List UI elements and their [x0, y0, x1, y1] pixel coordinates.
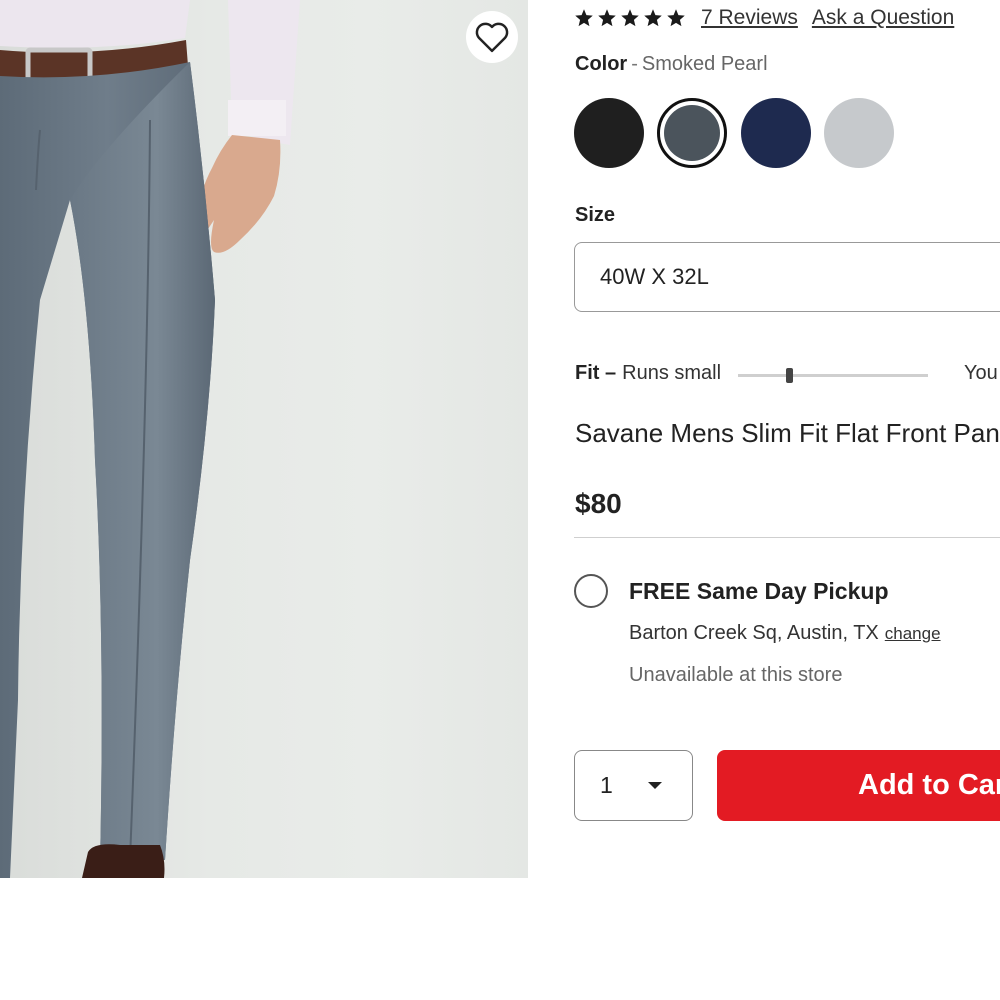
- color-swatch-fill: [664, 105, 720, 161]
- product-title: Savane Mens Slim Fit Flat Front Pants: [575, 418, 1000, 448]
- fit-slider: [738, 368, 928, 383]
- color-swatch-fill: [574, 98, 644, 168]
- store-name: Barton Creek Sq, Austin, TX: [629, 622, 879, 644]
- selected-color-name: Smoked Pearl: [641, 53, 768, 75]
- star-icon: [575, 9, 593, 27]
- change-store-link[interactable]: change: [885, 624, 941, 643]
- quantity-dropdown[interactable]: 1: [574, 750, 693, 821]
- divider: [574, 537, 1000, 538]
- reviews-link[interactable]: 7 Reviews: [701, 6, 798, 30]
- add-to-cart-label: Add to Cart: [858, 769, 1000, 801]
- color-separator: -: [631, 53, 638, 75]
- fit-value: Runs small: [622, 362, 722, 384]
- product-image: [0, 0, 528, 878]
- wishlist-button[interactable]: [466, 11, 518, 63]
- color-swatch-smoked-pearl[interactable]: [657, 98, 727, 168]
- pickup-radio[interactable]: [574, 574, 608, 608]
- fit-row: Fit – Runs small You: [575, 362, 1000, 385]
- fit-slider-knob: [786, 368, 793, 383]
- size-label: Size: [575, 204, 616, 226]
- rating-stars: [574, 8, 689, 28]
- color-label-text: Color: [575, 53, 628, 75]
- color-swatch-fill: [824, 98, 894, 168]
- fit-label: Fit –: [575, 362, 617, 384]
- caret-down-icon: [648, 782, 662, 789]
- fit-true-label: You: [964, 362, 998, 384]
- pickup-title: FREE Same Day Pickup: [629, 578, 889, 604]
- size-dropdown[interactable]: 40W X 32L: [574, 242, 1000, 312]
- star-icon: [598, 9, 616, 27]
- star-icon: [667, 9, 685, 27]
- size-dropdown-value: 40W X 32L: [600, 264, 709, 289]
- quantity-value: 1: [600, 772, 613, 798]
- color-swatch-light-grey[interactable]: [824, 98, 894, 168]
- color-swatch-black[interactable]: [574, 98, 644, 168]
- star-icon: [644, 9, 662, 27]
- star-icon: [621, 9, 639, 27]
- store-line: Barton Creek Sq, Austin, TX change: [629, 622, 941, 645]
- add-to-cart-button[interactable]: Add to Cart: [717, 750, 1000, 821]
- ask-question-link[interactable]: Ask a Question: [812, 6, 954, 30]
- rating-row: 7 Reviews Ask a Question: [574, 4, 954, 32]
- product-photo: [0, 0, 300, 878]
- heart-icon: [475, 22, 509, 53]
- color-swatch-fill: [741, 98, 811, 168]
- color-label: Color - Smoked Pearl: [575, 53, 768, 76]
- product-price: $80: [575, 488, 622, 519]
- availability-status: Unavailable at this store: [629, 664, 843, 686]
- color-swatch-navy[interactable]: [741, 98, 811, 168]
